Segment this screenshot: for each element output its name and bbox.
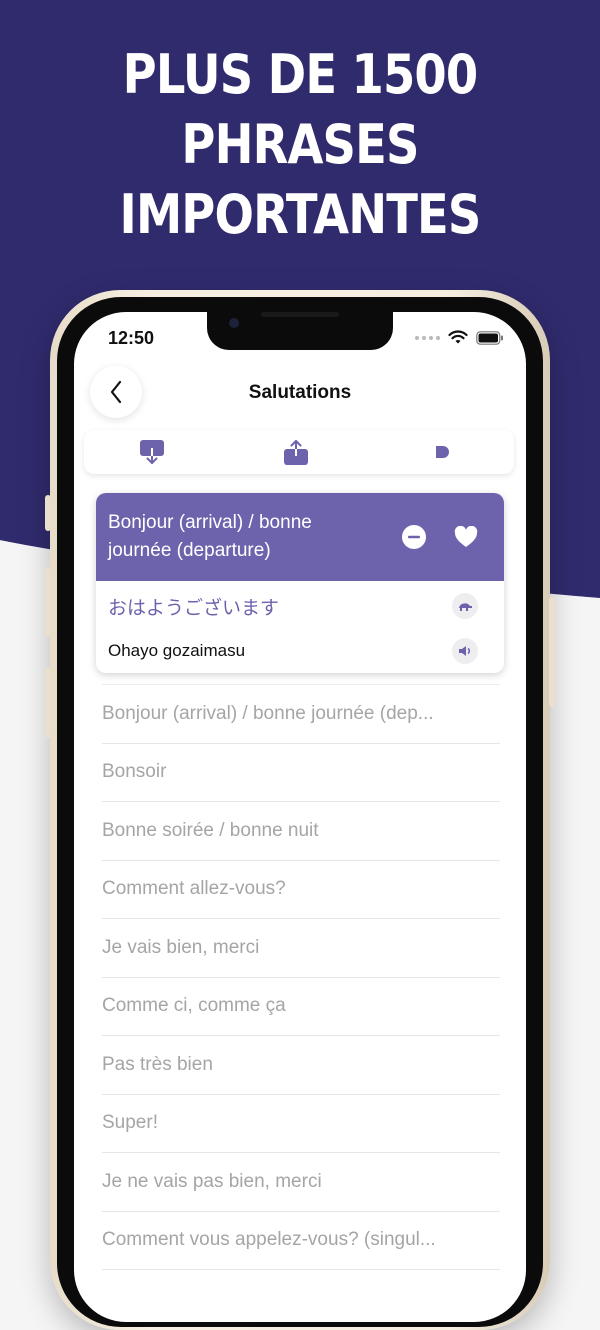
headline-line-2: PHRASES <box>181 113 419 176</box>
list-item[interactable]: Bonjour (arrival) / bonne journée (dep..… <box>102 685 500 744</box>
status-time: 12:50 <box>108 328 155 348</box>
phone-screen: 12:50 Salutations Bonjour (arrival) / bo… <box>74 312 526 1322</box>
selected-phrase-header: Bonjour (arrival) / bonne journée (depar… <box>96 493 504 581</box>
list-item[interactable]: Bonsoir <box>102 744 500 802</box>
slow-audio-button[interactable] <box>452 593 478 619</box>
phone-volume-up <box>45 567 51 637</box>
page-title: Salutations <box>248 382 352 403</box>
signal-dots-icon <box>415 335 440 340</box>
phone-silent-switch <box>45 495 51 531</box>
phone-power-button <box>549 597 555 707</box>
play-icon <box>436 446 449 458</box>
list-item[interactable]: Pas très bien <box>102 1036 500 1095</box>
wifi-icon <box>448 330 468 344</box>
list-item-text: Bonsoir <box>102 761 167 783</box>
favorite-button[interactable] <box>452 523 480 551</box>
list-item[interactable]: Comment allez-vous? <box>102 861 500 919</box>
list-item[interactable]: Je ne vais pas bien, merci <box>102 1153 500 1212</box>
camera <box>229 318 239 328</box>
play-button[interactable] <box>427 438 455 466</box>
notch <box>207 312 393 350</box>
heart-icon <box>454 526 478 547</box>
selected-phrase-text: Bonjour (arrival) / bonne journée (depar… <box>108 512 312 561</box>
download-button[interactable] <box>138 438 166 466</box>
headline-line-3: IMPORTANTES <box>119 183 482 246</box>
list-item-text: Bonne soirée / bonne nuit <box>102 819 319 841</box>
selected-phrase-card[interactable]: Bonjour (arrival) / bonne journée (depar… <box>96 493 504 673</box>
list-item[interactable]: Je vais bien, merci <box>102 919 500 978</box>
download-icon <box>140 440 164 464</box>
list-item-text: Pas très bien <box>102 1053 213 1075</box>
minus-circle-icon <box>402 525 426 549</box>
list-item[interactable]: Bonne soirée / bonne nuit <box>102 802 500 861</box>
list-item-text: Comment allez-vous? <box>102 878 286 900</box>
headline-line-1: PLUS DE 1500 <box>122 43 479 106</box>
romanization-text: Ohayo gozaimasu <box>108 641 246 660</box>
list-item-text: Comme ci, comme ça <box>102 995 286 1017</box>
status-icons <box>415 330 504 345</box>
turtle-icon <box>459 603 472 611</box>
share-button[interactable] <box>282 438 310 466</box>
list-item-text: Comment vous appelez-vous? (singul... <box>102 1229 436 1251</box>
action-toolbar <box>84 430 514 474</box>
battery-icon <box>476 330 503 345</box>
speaker <box>261 312 339 317</box>
list-item[interactable]: Super! <box>102 1095 500 1153</box>
speaker-icon <box>459 646 471 656</box>
list-item[interactable]: Comment vous appelez-vous? (singul... <box>102 1212 500 1270</box>
promo-headline: PLUS DE 1500 PHRASES IMPORTANTES <box>0 40 600 250</box>
translation-text: おはようございます <box>108 597 280 619</box>
list-item-text: Bonjour (arrival) / bonne journée (dep..… <box>102 702 434 724</box>
list-item-text: Super! <box>102 1112 158 1134</box>
list-item-text: Je vais bien, merci <box>102 936 260 958</box>
phrase-list: Bonjour (arrival) / bonne journée (dep..… <box>90 684 510 1270</box>
navigation-bar: Salutations <box>74 354 526 428</box>
list-item-text: Je ne vais pas bien, merci <box>102 1170 322 1192</box>
share-icon <box>284 440 308 465</box>
phone-volume-down <box>45 668 51 738</box>
list-item[interactable]: Comme ci, comme ça <box>102 978 500 1036</box>
collapse-button[interactable] <box>400 523 428 551</box>
audio-button[interactable] <box>452 638 478 664</box>
